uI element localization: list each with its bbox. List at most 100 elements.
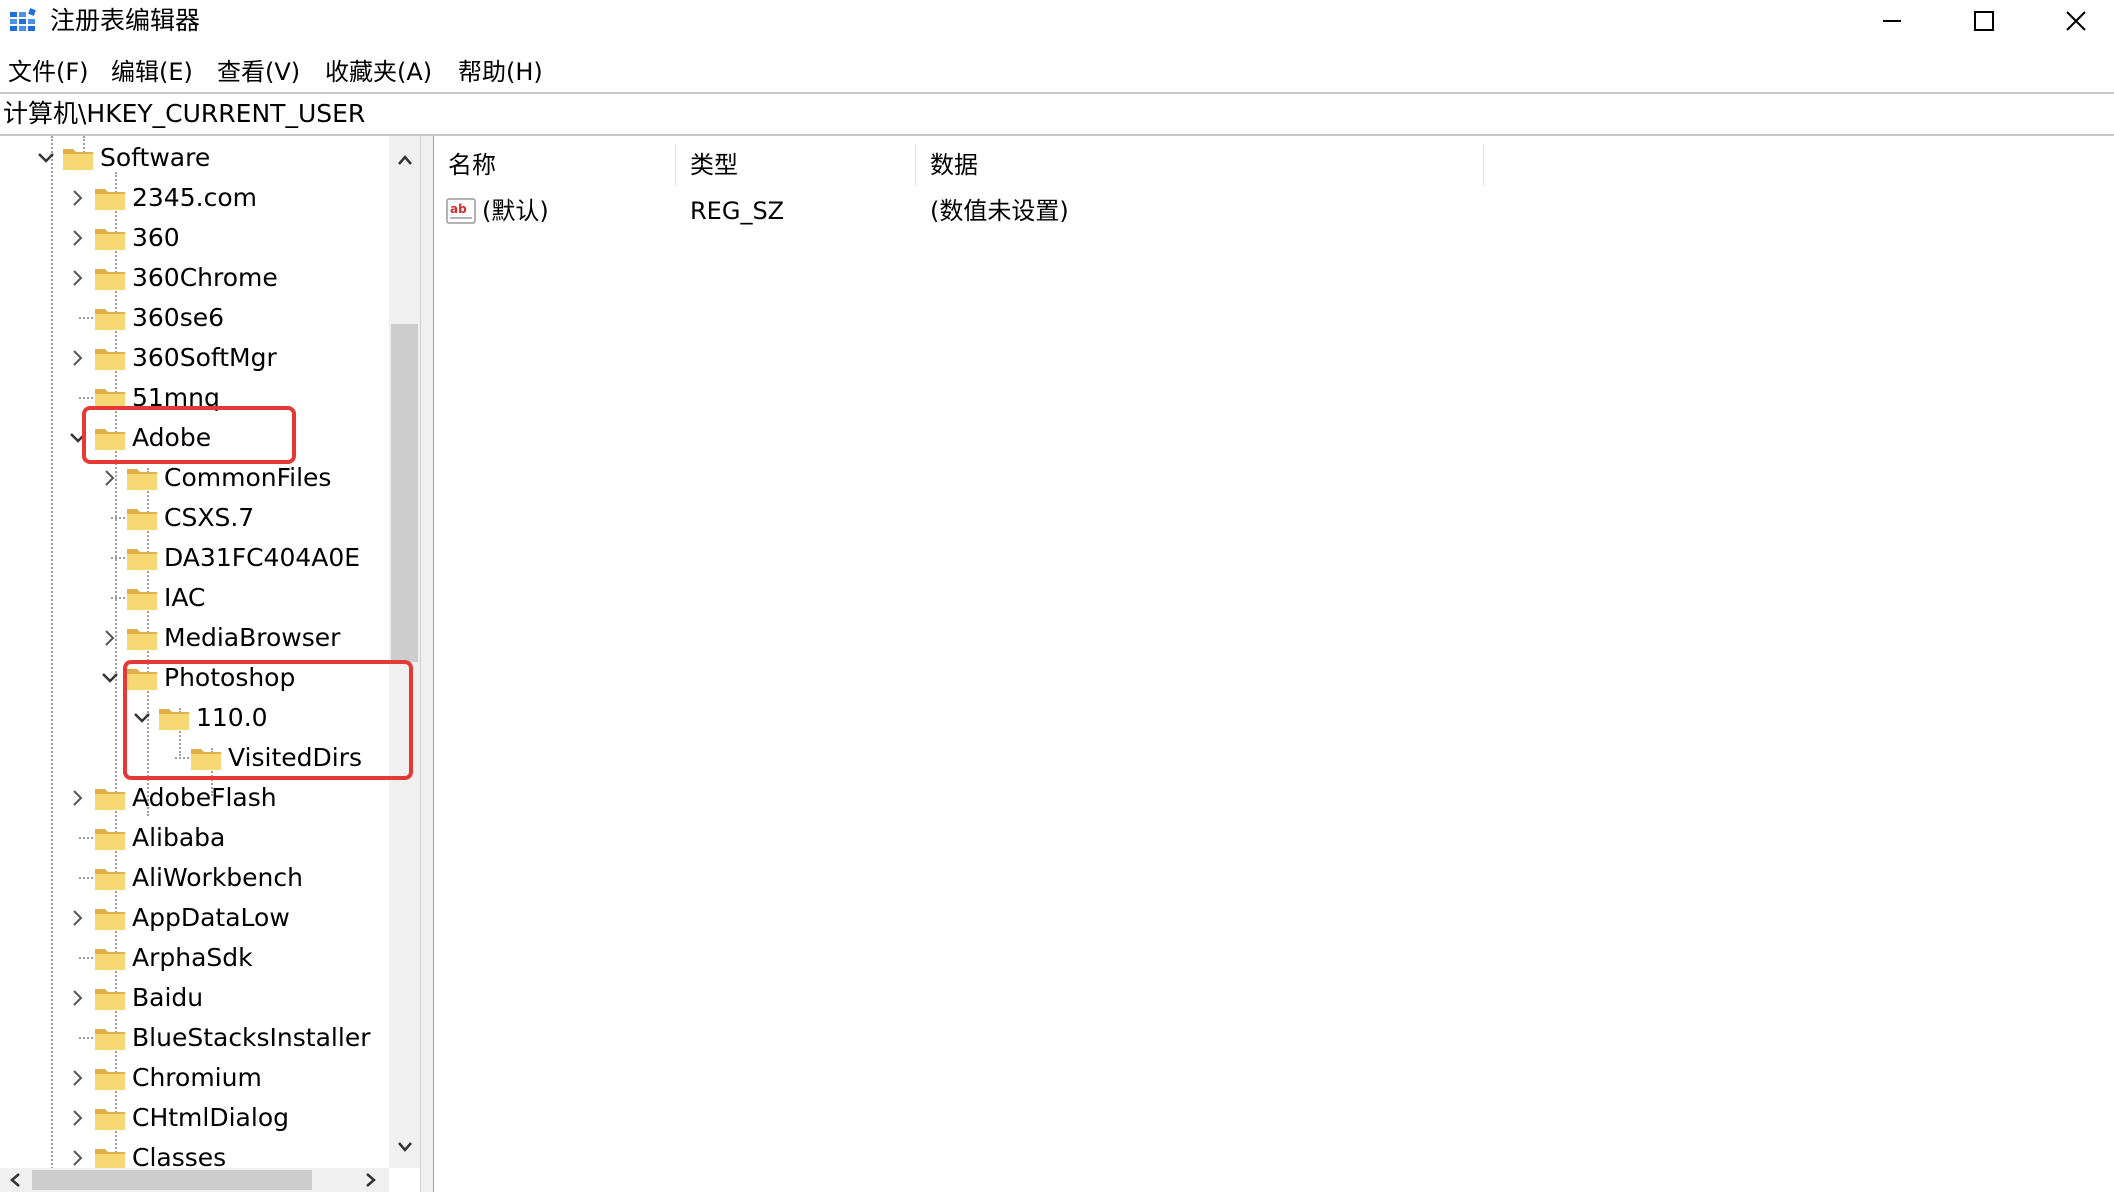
collapse-chevron-icon[interactable] (31, 138, 61, 178)
expand-chevron-icon[interactable] (95, 618, 125, 658)
folder-icon (126, 465, 158, 491)
column-header-data[interactable]: 数据 (916, 144, 1484, 186)
tree-item-label: 360Chrome (132, 263, 278, 292)
folder-icon (94, 825, 126, 851)
folder-icon (126, 505, 158, 531)
expand-chevron-icon[interactable] (63, 258, 93, 298)
expand-chevron-icon[interactable] (63, 978, 93, 1018)
tree-item-label: 360se6 (132, 303, 225, 332)
maximize-icon (1974, 11, 1994, 31)
column-header-type[interactable]: 类型 (676, 144, 916, 186)
address-path[interactable]: 计算机\HKEY_CURRENT_USER (3, 98, 365, 130)
folder-icon (94, 1065, 126, 1091)
svg-text:ab: ab (450, 202, 467, 216)
close-button[interactable] (2030, 0, 2114, 42)
expand-chevron-icon[interactable] (63, 178, 93, 218)
value-type: REG_SZ (690, 197, 785, 225)
chevron-right-icon (366, 1173, 376, 1187)
expand-chevron-icon[interactable] (95, 458, 125, 498)
tree-item-label: 2345.com (132, 183, 257, 212)
tree-item-label: Software (100, 143, 211, 172)
pane-splitter[interactable] (420, 136, 434, 1192)
close-icon (2066, 11, 2086, 31)
tree-connector (63, 938, 93, 978)
string-value-icon: ab (446, 198, 476, 224)
chevron-left-icon (10, 1173, 20, 1187)
folder-icon (94, 305, 126, 331)
tree-item-label: Chromium (132, 1063, 262, 1092)
folder-icon (94, 185, 126, 211)
menu-help[interactable]: 帮助(H) (458, 52, 543, 92)
folder-icon (94, 985, 126, 1011)
folder-icon (94, 865, 126, 891)
tree-item-label: AppDataLow (132, 903, 290, 932)
tree-item-label: IAC (164, 583, 206, 612)
tree-item-label: BlueStacksInstaller (132, 1023, 371, 1052)
window-title: 注册表编辑器 (50, 6, 201, 35)
folder-icon (94, 345, 126, 371)
menu-edit[interactable]: 编辑(E) (111, 52, 193, 92)
menu-view[interactable]: 查看(V) (217, 52, 300, 92)
expand-chevron-icon[interactable] (63, 338, 93, 378)
tree-item-label: MediaBrowser (164, 623, 341, 652)
tree-item-label: DA31FC404A0E (164, 543, 361, 572)
folder-icon (94, 905, 126, 931)
tree-item-label: 360SoftMgr (132, 343, 277, 372)
menu-favorites[interactable]: 收藏夹(A) (325, 52, 432, 92)
chevron-down-icon (397, 1142, 412, 1152)
expand-chevron-icon[interactable] (63, 898, 93, 938)
tree-connector (95, 578, 125, 618)
folder-icon (94, 1025, 126, 1051)
scroll-up-button[interactable] (389, 144, 420, 176)
scroll-down-button[interactable] (389, 1130, 420, 1162)
tree-item-label: 360 (132, 223, 180, 252)
column-header-name[interactable]: 名称 (434, 144, 676, 186)
address-bar[interactable]: 计算机\HKEY_CURRENT_USER (0, 92, 2114, 136)
folder-icon (94, 1105, 126, 1131)
registry-editor-icon (10, 8, 36, 31)
scroll-thumb[interactable] (32, 1170, 312, 1190)
collapse-chevron-icon[interactable] (95, 658, 125, 698)
folder-icon (126, 625, 158, 651)
tree-item-label: Baidu (132, 983, 204, 1012)
title-bar[interactable]: 注册表编辑器 (0, 0, 2114, 42)
tree-vertical-scrollbar[interactable] (389, 136, 420, 1168)
tree-connector (63, 818, 93, 858)
folder-icon (94, 945, 126, 971)
expand-chevron-icon[interactable] (63, 778, 93, 818)
tree-connector (95, 538, 125, 578)
menu-bar: 文件(F) 编辑(E) 查看(V) 收藏夹(A) 帮助(H) (0, 52, 2114, 92)
folder-icon (62, 145, 94, 171)
tree-item-label: Alibaba (132, 823, 226, 852)
folder-icon (126, 585, 158, 611)
menu-file[interactable]: 文件(F) (8, 52, 89, 92)
tree-item-label: CommonFiles (164, 463, 332, 492)
tree-item-label: CSXS.7 (164, 503, 255, 532)
tree-item-label: AliWorkbench (132, 863, 303, 892)
highlight-box-adobe (82, 406, 296, 464)
value-row[interactable]: ab (默认) REG_SZ (数值未设置) (434, 191, 1484, 231)
scroll-right-button[interactable] (356, 1168, 386, 1192)
minimize-icon (1883, 20, 1901, 22)
expand-chevron-icon[interactable] (63, 1098, 93, 1138)
minimize-button[interactable] (1846, 0, 1938, 42)
tree-horizontal-scrollbar[interactable] (0, 1168, 389, 1192)
tree-connector (95, 498, 125, 538)
chevron-up-icon (397, 155, 412, 165)
tree-connector (63, 1018, 93, 1058)
expand-chevron-icon[interactable] (63, 218, 93, 258)
values-list[interactable]: 名称 类型 数据 ab (默认) REG_SZ (数值未设置) (434, 136, 2114, 1192)
scroll-left-button[interactable] (0, 1168, 30, 1192)
tree-item-label: ArphaSdk (132, 943, 253, 972)
folder-icon (94, 225, 126, 251)
maximize-button[interactable] (1938, 0, 2030, 42)
tree-connector (63, 858, 93, 898)
value-data: (数值未设置) (930, 197, 1069, 225)
scroll-thumb[interactable] (391, 324, 418, 662)
tree-connector (63, 298, 93, 338)
folder-icon (94, 785, 126, 811)
expand-chevron-icon[interactable] (63, 1058, 93, 1098)
folder-icon (94, 265, 126, 291)
folder-icon (126, 545, 158, 571)
highlight-box-photoshop (123, 660, 413, 780)
